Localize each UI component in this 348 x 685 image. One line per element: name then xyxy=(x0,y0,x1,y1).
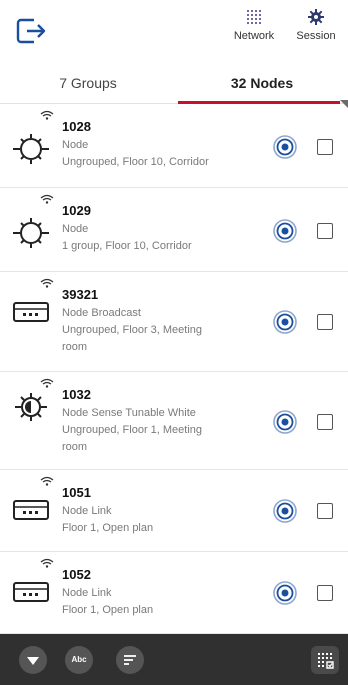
select-checkbox[interactable] xyxy=(317,314,333,330)
node-id: 1029 xyxy=(62,203,91,218)
node-text: 1052 Node Link Floor 1, Open plan xyxy=(62,566,262,619)
wifi-icon xyxy=(40,194,54,204)
identify-icon[interactable] xyxy=(272,498,298,524)
node-type: Node Broadcast xyxy=(62,307,141,319)
list-item[interactable]: 1029 Node 1 group, Floor 10, Corridor xyxy=(0,188,348,272)
node-location: 1 group, Floor 10, Corridor xyxy=(62,240,192,252)
grid-dots-icon xyxy=(247,10,261,24)
node-text: 1028 Node Ungrouped, Floor 10, Corridor xyxy=(62,118,262,171)
wifi-icon xyxy=(40,378,54,388)
logout-icon[interactable] xyxy=(14,14,48,48)
session-label: Session xyxy=(296,30,336,42)
select-checkbox[interactable] xyxy=(317,414,333,430)
identify-icon[interactable] xyxy=(272,580,298,606)
node-location-cont: room xyxy=(62,441,88,453)
sort-lines-icon xyxy=(124,655,136,665)
list-item[interactable]: 39321 Node Broadcast Ungrouped, Floor 3,… xyxy=(0,272,348,372)
gear-icon xyxy=(308,9,324,25)
grid-select-button[interactable] xyxy=(311,646,339,674)
node-location-cont: room xyxy=(62,341,88,353)
node-type: Node Sense Tunable White xyxy=(62,407,196,419)
node-text: 1051 Node Link Floor 1, Open plan xyxy=(62,484,262,537)
session-button[interactable]: Session xyxy=(288,8,344,42)
top-bar: Network Session xyxy=(0,0,348,62)
wifi-icon xyxy=(40,110,54,120)
node-text: 39321 Node Broadcast Ungrouped, Floor 3,… xyxy=(62,286,262,356)
panel-device-icon xyxy=(13,500,49,520)
node-text: 1032 Node Sense Tunable White Ungrouped,… xyxy=(62,386,262,456)
panel-device-icon xyxy=(13,302,49,322)
identify-icon[interactable] xyxy=(272,309,298,335)
node-location: Floor 1, Open plan xyxy=(62,522,154,534)
panel-device-icon xyxy=(13,582,49,602)
wifi-icon xyxy=(40,558,54,568)
node-type: Node xyxy=(62,223,89,235)
identify-icon[interactable] xyxy=(272,409,298,435)
wifi-icon xyxy=(40,278,54,288)
network-button[interactable]: Network xyxy=(226,8,282,42)
node-list: 1028 Node Ungrouped, Floor 10, Corridor xyxy=(0,104,348,634)
select-checkbox[interactable] xyxy=(317,139,333,155)
identify-icon[interactable] xyxy=(272,218,298,244)
tab-nodes[interactable]: 32 Nodes xyxy=(176,62,348,104)
node-location: Floor 1, Open plan xyxy=(62,604,154,616)
network-label: Network xyxy=(233,30,275,42)
list-item[interactable]: 1052 Node Link Floor 1, Open plan xyxy=(0,552,348,634)
node-id: 1052 xyxy=(62,567,91,582)
select-checkbox[interactable] xyxy=(317,503,333,519)
filter-button[interactable] xyxy=(19,646,47,674)
node-id: 1028 xyxy=(62,119,91,134)
list-item[interactable]: 1051 Node Link Floor 1, Open plan xyxy=(0,470,348,552)
select-checkbox[interactable] xyxy=(317,585,333,601)
select-checkbox[interactable] xyxy=(317,223,333,239)
list-item[interactable]: 1028 Node Ungrouped, Floor 10, Corridor xyxy=(0,104,348,188)
ceiling-sensor-icon xyxy=(13,134,49,164)
node-location: Ungrouped, Floor 3, Meeting xyxy=(62,324,203,336)
node-location: Ungrouped, Floor 10, Corridor xyxy=(62,156,209,168)
node-id: 39321 xyxy=(62,287,99,302)
node-type: Node xyxy=(62,139,89,151)
tunable-white-sensor-icon xyxy=(15,393,47,421)
tab-groups[interactable]: 7 Groups xyxy=(0,62,176,104)
node-type: Node Link xyxy=(62,587,112,599)
sort-button[interactable] xyxy=(116,646,144,674)
identify-icon[interactable] xyxy=(272,134,298,160)
node-location: Ungrouped, Floor 1, Meeting xyxy=(62,424,203,436)
node-type: Node Link xyxy=(62,505,112,517)
node-id: 1051 xyxy=(62,485,91,500)
node-text: 1029 Node 1 group, Floor 10, Corridor xyxy=(62,202,262,255)
grid-select-icon xyxy=(318,653,334,669)
ceiling-sensor-icon xyxy=(13,218,49,248)
list-item[interactable]: 1032 Node Sense Tunable White Ungrouped,… xyxy=(0,372,348,470)
wifi-icon xyxy=(40,476,54,486)
sort-alphabetical-button[interactable]: Abc xyxy=(65,646,93,674)
tab-bar: 7 Groups 32 Nodes xyxy=(0,62,348,108)
node-id: 1032 xyxy=(62,387,91,402)
filter-icon xyxy=(27,657,39,665)
bottom-toolbar: Abc xyxy=(0,634,348,685)
